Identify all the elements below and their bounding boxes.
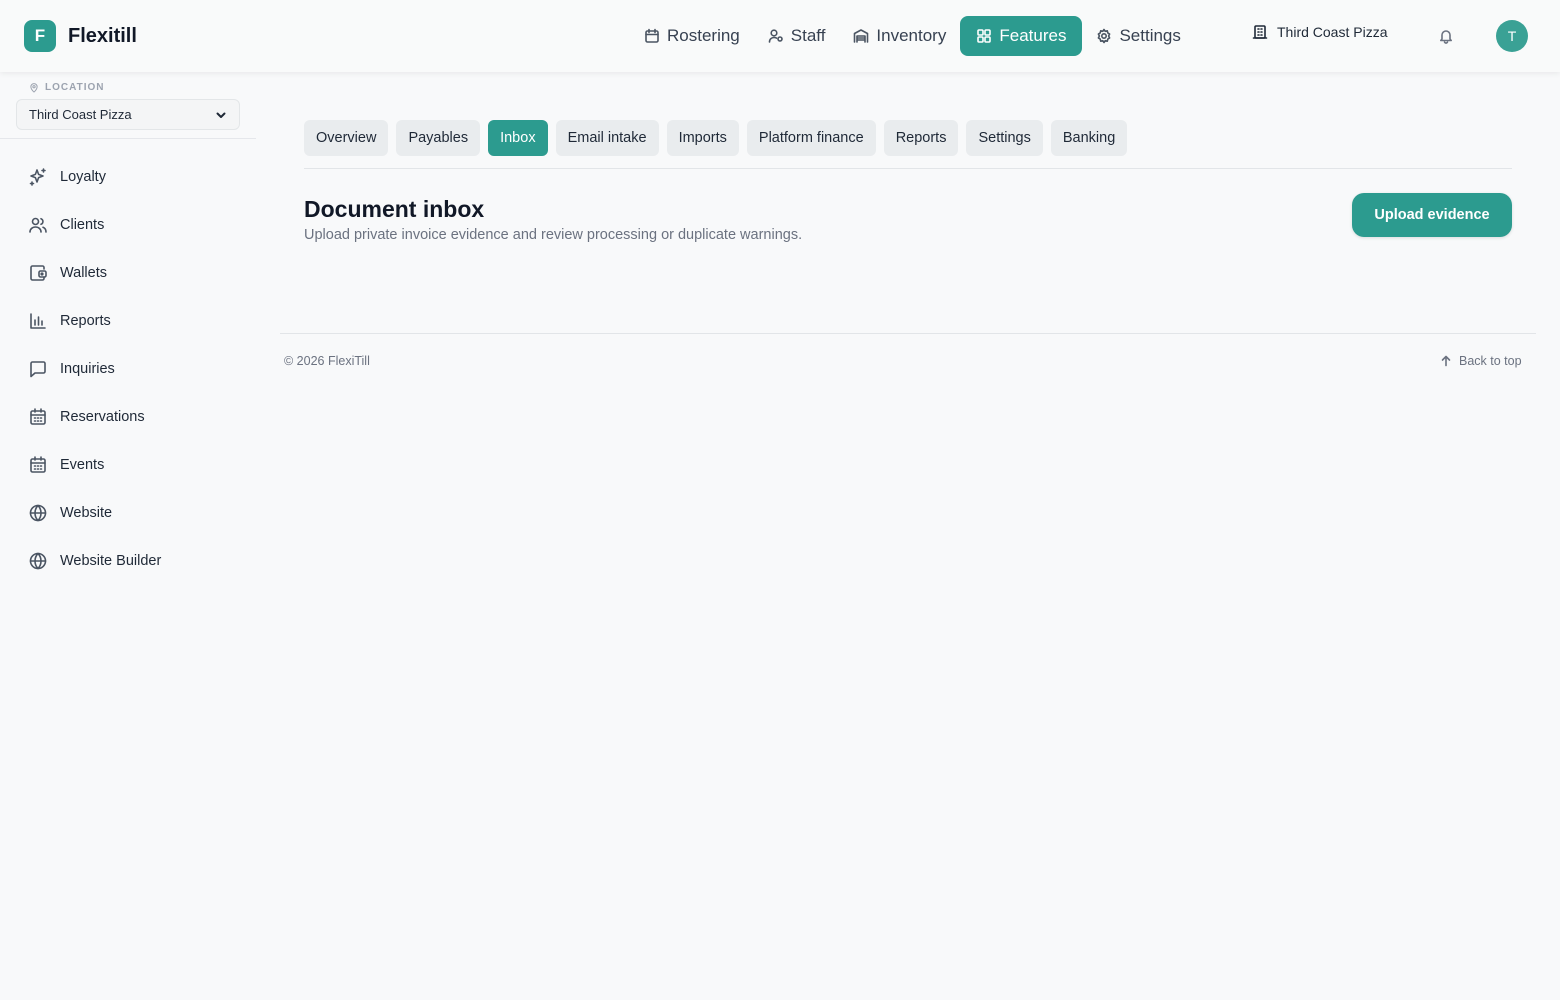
tab-reports[interactable]: Reports bbox=[883, 120, 959, 156]
nav-features[interactable]: Features bbox=[960, 16, 1083, 56]
sidebar-item-website-builder[interactable]: Website Builder bbox=[16, 537, 240, 585]
sidebar-item-label: Inquiries bbox=[60, 361, 115, 377]
calendar-grid-icon bbox=[30, 456, 46, 473]
warehouse-icon bbox=[854, 29, 869, 43]
nav-settings[interactable]: Settings bbox=[1082, 16, 1194, 56]
tab-email-intake[interactable]: Email intake bbox=[555, 120, 659, 156]
location-select-value: Third Coast Pizza bbox=[29, 107, 132, 122]
sidebar-item-label: Wallets bbox=[60, 265, 107, 281]
sidebar-item-label: Website bbox=[60, 505, 113, 521]
sidebar-item-events[interactable]: Events bbox=[16, 441, 240, 489]
arrow-up-icon bbox=[1441, 355, 1451, 367]
sidebar-item-reservations[interactable]: Reservations bbox=[16, 393, 240, 441]
sidebar-item-label: Website Builder bbox=[60, 553, 162, 569]
building-icon bbox=[1252, 25, 1268, 39]
back-to-top-link[interactable]: Back to top bbox=[1440, 354, 1522, 368]
tab-payables[interactable]: Payables bbox=[396, 120, 481, 156]
brand[interactable]: F Flexitill bbox=[24, 20, 137, 52]
sidebar-divider bbox=[0, 138, 256, 139]
globe-icon bbox=[29, 504, 47, 522]
nav-rostering[interactable]: Rostering bbox=[630, 16, 754, 56]
tabs-divider bbox=[304, 168, 1512, 169]
top-nav: Rostering Staff Inventory Features Setti… bbox=[630, 16, 1195, 56]
upload-evidence-button[interactable]: Upload evidence bbox=[1352, 193, 1512, 237]
location-switcher[interactable]: Third Coast Pizza bbox=[1252, 24, 1387, 40]
user-gear-icon bbox=[768, 29, 783, 43]
map-pin-icon bbox=[30, 82, 38, 93]
nav-staff[interactable]: Staff bbox=[754, 16, 840, 56]
chevron-down-icon bbox=[216, 112, 226, 118]
sidebar-item-loyalty[interactable]: Loyalty bbox=[16, 153, 240, 201]
tab-settings[interactable]: Settings bbox=[966, 120, 1043, 156]
bar-chart-icon bbox=[30, 313, 46, 329]
sidebar-item-label: Clients bbox=[60, 217, 105, 233]
tab-imports[interactable]: Imports bbox=[666, 120, 739, 156]
sidebar-item-inquiries[interactable]: Inquiries bbox=[16, 345, 240, 393]
tab-inbox[interactable]: Inbox bbox=[488, 120, 548, 156]
nav-inventory-label: Inventory bbox=[876, 26, 947, 45]
sidebar-item-clients[interactable]: Clients bbox=[16, 201, 240, 249]
calendar-grid-icon bbox=[30, 408, 46, 425]
sidebar-item-label: Loyalty bbox=[60, 169, 106, 185]
brand-name: Flexitill bbox=[68, 24, 137, 47]
sidebar-nav: Loyalty Clients Wallets Reports Inquirie… bbox=[16, 153, 240, 585]
bell-icon[interactable] bbox=[1438, 28, 1454, 44]
brand-logo: F bbox=[24, 20, 56, 52]
globe-icon bbox=[29, 552, 47, 570]
avatar[interactable]: T bbox=[1496, 20, 1528, 52]
sidebar-item-label: Reservations bbox=[60, 409, 145, 425]
page-subtitle: Upload private invoice evidence and revi… bbox=[304, 227, 803, 243]
message-icon bbox=[30, 361, 46, 378]
wallet-icon bbox=[30, 265, 47, 281]
tab-banking[interactable]: Banking bbox=[1050, 120, 1128, 156]
tab-overview[interactable]: Overview bbox=[304, 120, 389, 156]
calendar-icon bbox=[645, 28, 659, 43]
sparkles-icon bbox=[29, 168, 46, 186]
copyright: © 2026 FlexiTill bbox=[284, 354, 370, 368]
nav-staff-label: Staff bbox=[790, 26, 826, 45]
footer-divider bbox=[280, 333, 1536, 334]
sidebar-item-website[interactable]: Website bbox=[16, 489, 240, 537]
location-label-text: LOCATION bbox=[45, 82, 105, 93]
sidebar-item-reports[interactable]: Reports bbox=[16, 297, 240, 345]
location-switcher-label: Third Coast Pizza bbox=[1277, 24, 1388, 40]
gear-icon bbox=[1098, 28, 1111, 44]
tab-platform-finance[interactable]: Platform finance bbox=[746, 120, 876, 156]
sidebar-item-wallets[interactable]: Wallets bbox=[16, 249, 240, 297]
back-to-top-label: Back to top bbox=[1459, 354, 1522, 368]
nav-features-label: Features bbox=[999, 26, 1067, 45]
sidebar-item-label: Reports bbox=[60, 313, 111, 329]
page-title: Document inbox bbox=[304, 196, 485, 222]
top-bar: F Flexitill Rostering Staff Inventory Fe… bbox=[0, 0, 1560, 72]
grid-icon bbox=[977, 29, 992, 43]
sidebar: LOCATION Third Coast Pizza Loyalty Clien… bbox=[0, 72, 256, 1000]
sidebar-item-label: Events bbox=[60, 457, 105, 473]
nav-rostering-label: Rostering bbox=[667, 26, 740, 45]
location-label: LOCATION bbox=[29, 82, 104, 93]
nav-settings-label: Settings bbox=[1119, 26, 1181, 45]
feature-tabs: Overview Payables Inbox Email intake Imp… bbox=[304, 120, 1135, 156]
users-icon bbox=[29, 217, 47, 233]
nav-inventory[interactable]: Inventory bbox=[839, 16, 960, 56]
location-select[interactable]: Third Coast Pizza bbox=[16, 99, 240, 130]
